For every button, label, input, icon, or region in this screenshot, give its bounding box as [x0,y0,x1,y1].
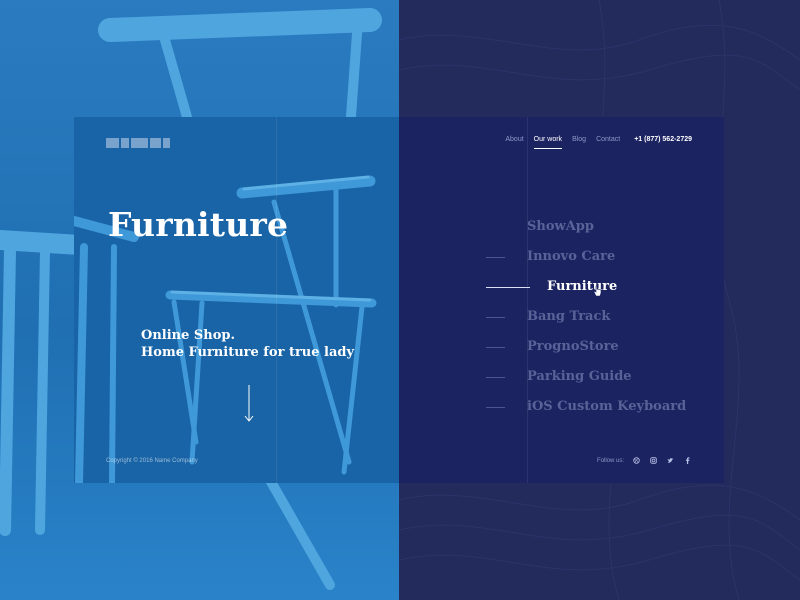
grid-line [276,117,277,483]
work-item-label: PrognoStore [527,339,619,354]
nav-about[interactable]: About [505,136,523,147]
work-item-dash [486,257,505,258]
work-item-label: Furniture [547,279,618,294]
work-item-label: ShowApp [527,219,594,234]
main-card: About Our work Blog Contact +1 (877) 562… [74,117,724,483]
work-item-dash [486,377,505,378]
chair-photo [74,175,377,483]
work-item-label: Parking Guide [527,369,632,384]
logo[interactable] [106,138,170,148]
work-item-dash [486,317,505,318]
twitter-icon[interactable] [666,456,675,465]
nav-contact[interactable]: Contact [596,136,620,147]
copyright-text: Copyright © 2016 Name Company [106,458,198,464]
hand-cursor-icon [593,285,602,297]
phone-number[interactable]: +1 (877) 562-2729 [634,136,692,147]
hero-subtitle: Online Shop. Home Furniture for true lad… [141,327,354,361]
nav-our-work[interactable]: Our work [533,136,563,149]
hero-title: Furniture [108,205,289,244]
grid-line [527,117,528,483]
dribbble-icon[interactable] [632,456,641,465]
instagram-icon[interactable] [649,456,658,465]
subtitle-line-2: Home Furniture for true lady [141,345,355,360]
work-item-label: Bang Track [527,309,611,324]
top-nav: About Our work Blog Contact +1 (877) 562… [505,136,692,149]
work-item-dash [486,407,505,408]
subtitle-line-1: Online Shop. [141,328,236,343]
work-item-dash [486,287,530,288]
nav-blog[interactable]: Blog [572,136,586,147]
follow-us: Follow us: [597,456,692,465]
facebook-icon[interactable] [683,456,692,465]
card-photo-panel [74,117,399,483]
card-menu-panel [399,117,724,483]
work-item-label: Innovo Care [527,249,616,264]
work-item-dash [486,347,505,348]
follow-label: Follow us: [596,457,624,464]
work-item-label: iOS Custom Keyboard [527,399,687,414]
arrow-down-icon[interactable] [243,385,255,423]
